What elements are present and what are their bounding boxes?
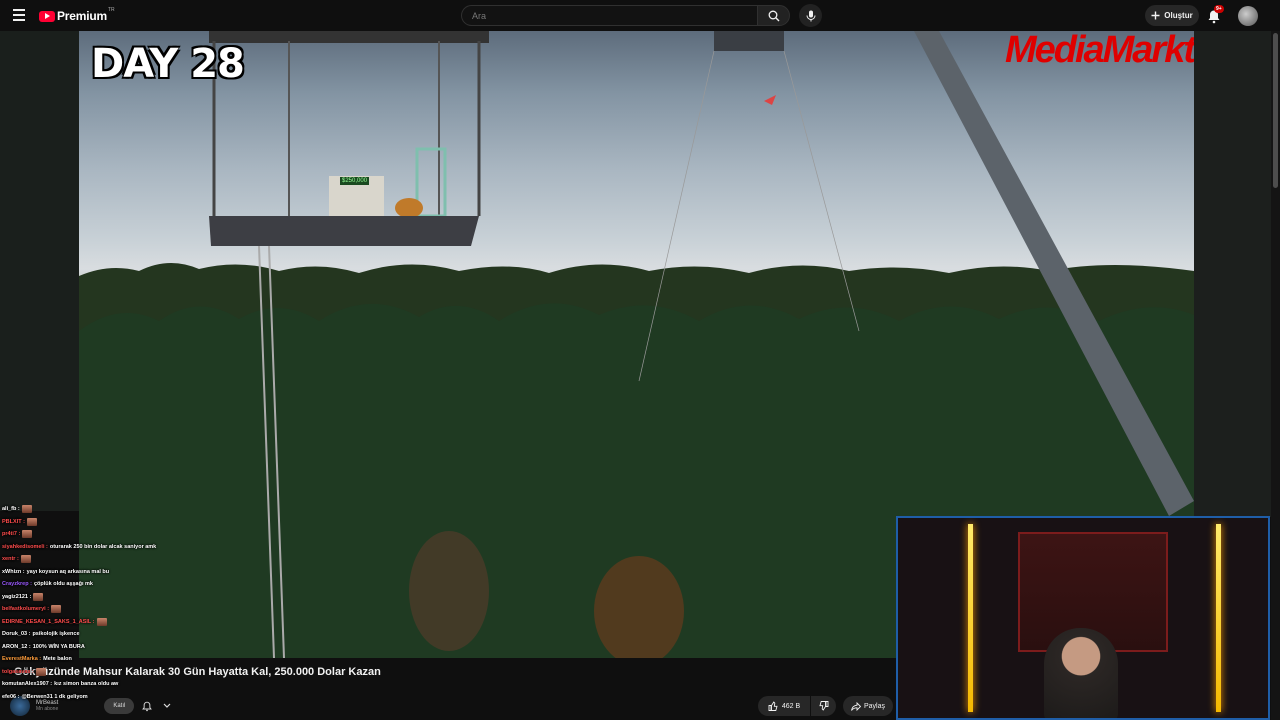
neon-light-right [1216,524,1221,712]
chat-emote-icon [26,517,37,526]
chat-text: kız simon banza oldu aw [54,681,119,688]
search-icon [768,10,779,21]
chat-message: ali_fb : [2,503,242,516]
search-input[interactable] [462,6,757,26]
chat-username: ARON_12 : [2,643,31,650]
chat-username: komutanAlex1907 : [2,681,53,688]
youtube-logo[interactable]: Premium TR [39,7,115,24]
chat-text: Mete balon [43,656,72,663]
chat-username: EDIRNE_KESAN_1_SAKS_1_ASIL : [2,618,95,625]
chat-message: siyahkedisomeli : oturarak 250 bin dolar … [2,541,242,554]
subscriber-count: Mn abone [36,706,59,712]
chat-username: Doruk_03 : [2,631,31,638]
chat-message: xWhizn : yayı koysun aq arkasına mal bu [2,566,242,579]
brand-watermark: MediaMarkt [1004,31,1194,71]
search-button[interactable] [757,5,790,26]
chat-username: xentr : [2,556,19,563]
chat-username: yagiz2121 : [2,593,32,600]
share-icon [851,701,861,711]
streamer [1044,628,1118,718]
logo-country: TR [107,7,115,13]
scrollbar-thumb[interactable] [1273,33,1278,188]
chat-text: oturarak 250 bin dolar alcak saniyor amk [49,543,157,550]
price-tag: $250,000 [340,177,370,185]
thumbs-up-icon [768,701,778,711]
chat-message: EverestMarka : Mete balon [2,653,242,666]
top-bar: Premium TR Oluştur 9+ [0,0,1280,32]
chat-username: efe06 : [2,693,20,700]
chevron-down-icon [163,703,171,708]
chat-message: ARON_12 :100% WİN YA BURA [2,641,242,654]
chat-text: çöplük oldu aşşağı mk [33,581,93,588]
play-logo-icon [39,10,55,22]
share-label: Paylaş [863,702,885,710]
mic-icon [806,10,815,21]
day-overlay: DAY 28 [91,41,245,87]
chat-emote-icon [21,505,32,514]
notification-badge: 9+ [1214,5,1224,13]
voice-search-button[interactable] [799,4,822,27]
chat-text: @Berwen31 1 dk geliyom [21,693,88,700]
chat-emote-icon [22,530,33,539]
chat-message: PBLXIT : [2,516,242,529]
chat-username: PBLXIT : [2,518,25,525]
neon-light-left [968,524,973,712]
chat-message: xentr : [2,553,242,566]
chat-username: pr4ti7 : [2,531,21,538]
chat-emote-icon [96,617,107,626]
chat-username: Crayzkrep : [2,581,32,588]
dislike-button[interactable] [811,696,836,716]
like-button[interactable]: 462 B [758,696,810,716]
chat-message: komutanAlex1907 : kız simon banza oldu aw [2,678,242,691]
chat-message: EDIRNE_KESAN_1_SAKS_1_ASIL : [2,616,242,629]
chat-message: pr4ti7 : [2,528,242,541]
logo-text: Premium [57,9,107,23]
chat-username: siyahkedisomeli : [2,543,48,550]
ambient-left [0,31,79,511]
chat-text: 100% WİN YA BURA [32,643,85,650]
share-button[interactable]: Paylaş [843,696,893,716]
chat-emote-icon [51,605,62,614]
chat-emote-icon [20,555,31,564]
thumbs-down-icon [818,701,828,711]
webcam-overlay [896,516,1270,720]
page-scrollbar[interactable] [1271,31,1280,720]
chat-message: Doruk_03 : psikolojik işkence [2,628,242,641]
chat-message: Crayzkrep : çöplük oldu aşşağı mk [2,578,242,591]
chat-username: xWhizn : [2,568,25,575]
chat-username: belfastkolumeryi : [2,606,50,613]
create-label: Oluştur [1164,11,1193,20]
chat-username: EverestMarka : [2,656,42,663]
search-box [461,5,757,26]
chat-emote-icon [33,592,44,601]
chat-message: efe06 : @Berwen31 1 dk geliyom [2,691,242,704]
plus-icon [1151,11,1160,20]
chat-message: belfastkolumeryi : [2,603,242,616]
chat-username: tolgasavas : [2,668,34,675]
ambient-right [1194,31,1271,517]
chat-message: yagiz2121 : [2,591,242,604]
like-count: 462 B [781,702,801,710]
chat-text: yayı koysun aq arkasına mal bu [26,568,110,575]
chat-username: ali_fb : [2,506,20,513]
chat-message: tolgasavas : [2,666,242,679]
account-avatar[interactable] [1238,6,1258,26]
chat-emote-icon [35,667,46,676]
chat-overlay: ali_fb : PBLXIT : pr4ti7 : siyahkedisomeli … [2,503,242,703]
notifications-button[interactable]: 9+ [1205,5,1225,26]
menu-icon[interactable] [9,6,29,26]
create-button[interactable]: Oluştur [1145,5,1199,26]
chat-text: psikolojik işkence [32,631,80,638]
